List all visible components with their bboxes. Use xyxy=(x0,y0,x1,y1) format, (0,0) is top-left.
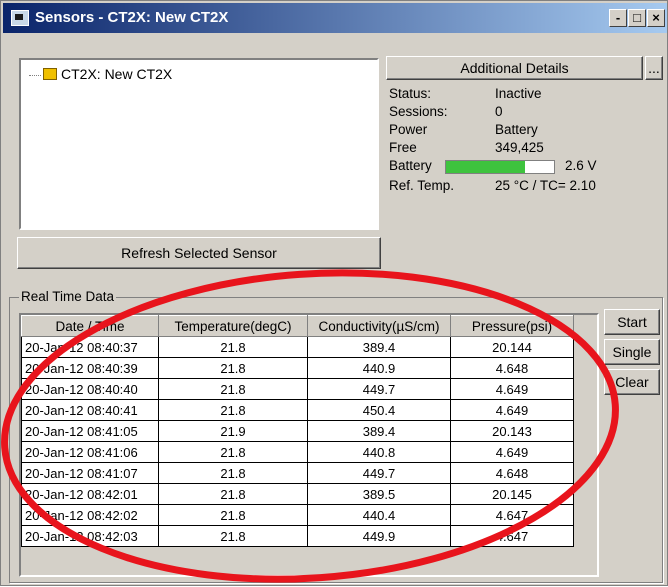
datetime-cell: 20-Jan-12 08:41:05 xyxy=(21,420,159,442)
temperature-cell: 21.8 xyxy=(158,357,308,379)
table-row[interactable]: 20-Jan-12 08:40:39 21.8 440.9 4.648 xyxy=(21,357,574,379)
datetime-cell: 20-Jan-12 08:40:39 xyxy=(21,357,159,379)
additional-details-button[interactable]: Additional Details xyxy=(386,56,643,80)
power-label: Power xyxy=(389,122,428,137)
pressure-cell: 20.143 xyxy=(450,420,574,442)
clear-button[interactable]: Clear xyxy=(604,369,660,395)
pressure-cell: 4.648 xyxy=(450,357,574,379)
temperature-cell: 21.8 xyxy=(158,462,308,484)
refresh-selected-sensor-button[interactable]: Refresh Selected Sensor xyxy=(17,237,381,269)
table-row[interactable]: 20-Jan-12 08:41:07 21.8 449.7 4.648 xyxy=(21,462,574,484)
conductivity-cell: 389.5 xyxy=(307,483,451,505)
conductivity-cell: 449.7 xyxy=(307,462,451,484)
battery-level-bar xyxy=(445,160,555,174)
close-button[interactable]: × xyxy=(647,9,665,27)
temperature-cell: 21.8 xyxy=(158,504,308,526)
column-header-pressure[interactable]: Pressure(psi) xyxy=(450,315,574,337)
conductivity-cell: 450.4 xyxy=(307,399,451,421)
datetime-cell: 20-Jan-12 08:41:06 xyxy=(21,441,159,463)
temperature-cell: 21.8 xyxy=(158,525,308,547)
table-row[interactable]: 20-Jan-12 08:42:03 21.8 449.9 4.647 xyxy=(21,525,574,547)
datetime-cell: 20-Jan-12 08:42:02 xyxy=(21,504,159,526)
column-header-datetime[interactable]: Date / Time xyxy=(21,315,159,337)
table-row[interactable]: 20-Jan-12 08:40:41 21.8 450.4 4.649 xyxy=(21,399,574,421)
real-time-data-table[interactable]: Date / Time Temperature(degC) Conductivi… xyxy=(19,313,599,577)
table-row[interactable]: 20-Jan-12 08:41:06 21.8 440.8 4.649 xyxy=(21,441,574,463)
pressure-cell: 4.649 xyxy=(450,399,574,421)
temperature-cell: 21.8 xyxy=(158,399,308,421)
table-header-row: Date / Time Temperature(degC) Conductivi… xyxy=(21,315,574,337)
sensor-tree[interactable]: CT2X: New CT2X xyxy=(19,58,379,230)
conductivity-cell: 389.4 xyxy=(307,420,451,442)
real-time-data-label: Real Time Data xyxy=(19,289,117,304)
column-header-temperature[interactable]: Temperature(degC) xyxy=(158,315,308,337)
datetime-cell: 20-Jan-12 08:40:37 xyxy=(21,336,159,358)
pressure-cell: 20.145 xyxy=(450,483,574,505)
temperature-cell: 21.8 xyxy=(158,441,308,463)
free-label: Free xyxy=(389,140,417,155)
column-header-conductivity[interactable]: Conductivity(µS/cm) xyxy=(307,315,451,337)
battery-level-fill xyxy=(446,161,525,173)
temperature-cell: 21.8 xyxy=(158,336,308,358)
pressure-cell: 4.649 xyxy=(450,441,574,463)
conductivity-cell: 440.4 xyxy=(307,504,451,526)
free-value: 349,425 xyxy=(495,140,544,155)
data-grid[interactable]: Date / Time Temperature(degC) Conductivi… xyxy=(21,315,574,547)
window-title: Sensors - CT2X: New CT2X xyxy=(35,9,229,26)
maximize-button[interactable]: □ xyxy=(628,9,646,27)
sensor-icon xyxy=(43,68,57,80)
table-row[interactable]: 20-Jan-12 08:41:05 21.9 389.4 20.143 xyxy=(21,420,574,442)
power-value: Battery xyxy=(495,122,538,137)
datetime-cell: 20-Jan-12 08:42:03 xyxy=(21,525,159,547)
battery-voltage: 2.6 V xyxy=(565,158,597,173)
minimize-button[interactable]: - xyxy=(609,9,627,27)
sessions-value: 0 xyxy=(495,104,503,119)
datetime-cell: 20-Jan-12 08:41:07 xyxy=(21,462,159,484)
conductivity-cell: 449.7 xyxy=(307,378,451,400)
title-bar[interactable]: Sensors - CT2X: New CT2X - □ × xyxy=(3,3,667,33)
pressure-cell: 20.144 xyxy=(450,336,574,358)
status-value: Inactive xyxy=(495,86,542,101)
conductivity-cell: 449.9 xyxy=(307,525,451,547)
table-row[interactable]: 20-Jan-12 08:40:37 21.8 389.4 20.144 xyxy=(21,336,574,358)
start-button[interactable]: Start xyxy=(604,309,660,335)
tree-item-ct2x[interactable]: CT2X: New CT2X xyxy=(29,66,172,82)
temperature-cell: 21.9 xyxy=(158,420,308,442)
tree-item-label: CT2X: New CT2X xyxy=(61,66,173,82)
ref-temp-value: 25 °C / TC= 2.10 xyxy=(495,178,596,193)
tree-connector xyxy=(29,74,41,76)
table-row[interactable]: 20-Jan-12 08:42:02 21.8 440.4 4.647 xyxy=(21,504,574,526)
sessions-label: Sessions: xyxy=(389,104,448,119)
table-row[interactable]: 20-Jan-12 08:42:01 21.8 389.5 20.145 xyxy=(21,483,574,505)
conductivity-cell: 389.4 xyxy=(307,336,451,358)
datetime-cell: 20-Jan-12 08:42:01 xyxy=(21,483,159,505)
pressure-cell: 4.649 xyxy=(450,378,574,400)
status-label: Status: xyxy=(389,86,432,101)
details-more-button[interactable]: ... xyxy=(645,56,663,80)
conductivity-cell: 440.8 xyxy=(307,441,451,463)
battery-label: Battery xyxy=(389,158,432,173)
app-icon xyxy=(11,10,29,26)
datetime-cell: 20-Jan-12 08:40:40 xyxy=(21,378,159,400)
temperature-cell: 21.8 xyxy=(158,483,308,505)
single-button[interactable]: Single xyxy=(604,339,660,365)
pressure-cell: 4.648 xyxy=(450,462,574,484)
conductivity-cell: 440.9 xyxy=(307,357,451,379)
temperature-cell: 21.8 xyxy=(158,378,308,400)
datetime-cell: 20-Jan-12 08:40:41 xyxy=(21,399,159,421)
table-row[interactable]: 20-Jan-12 08:40:40 21.8 449.7 4.649 xyxy=(21,378,574,400)
pressure-cell: 4.647 xyxy=(450,504,574,526)
ref-temp-label: Ref. Temp. xyxy=(389,178,455,193)
pressure-cell: 4.647 xyxy=(450,525,574,547)
sensors-window: Sensors - CT2X: New CT2X - □ × CT2X: New… xyxy=(0,0,668,586)
